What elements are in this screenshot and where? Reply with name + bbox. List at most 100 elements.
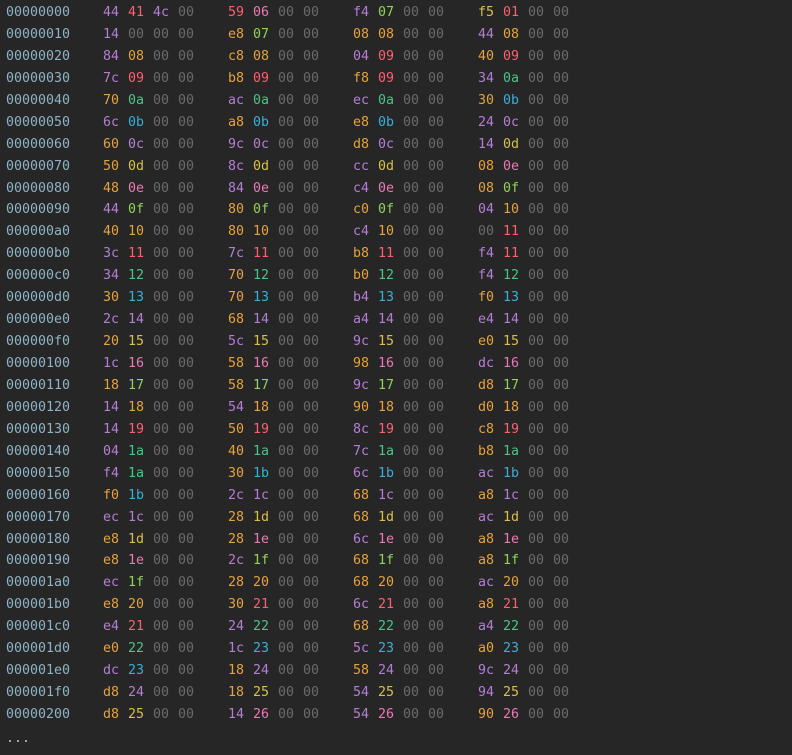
hex-byte: 0b	[503, 92, 520, 108]
hex-byte: 0c	[378, 136, 395, 152]
hex-byte: 6c	[103, 114, 120, 130]
hex-row: 000000a0 40 10 00 00 80 10 00 00 c4 10 00 00 00 11 00 00…	[0, 221, 792, 243]
hex-byte: 41	[128, 5, 145, 20]
hex-byte: 00	[428, 246, 445, 262]
hex-byte: 00	[403, 114, 420, 130]
hex-byte: b0	[353, 268, 370, 284]
hex-row: 000001d0 e0 22 00 00 1c 23 00 00 5c 23 00 00 a0 23 00 00…	[0, 638, 792, 660]
hex-byte: 24	[503, 663, 520, 679]
hex-byte: 18	[103, 377, 120, 393]
hex-byte: 11	[128, 246, 145, 262]
hex-byte: 00	[303, 619, 320, 635]
hex-byte: 14	[253, 312, 270, 328]
hex-byte: 00	[403, 707, 420, 722]
hex-byte: 0a	[503, 70, 520, 86]
hex-byte: 00	[528, 290, 545, 306]
hex-byte: 00	[153, 487, 170, 503]
hex-byte: 00	[428, 487, 445, 503]
hex-byte: f4	[478, 246, 495, 262]
hex-row: 00000050 6c 0b 00 00 a8 0b 00 00 e8 0b 00 00 24 0c 00 00…	[0, 112, 792, 134]
hex-byte: 1a	[128, 443, 145, 459]
hex-byte: 00	[303, 685, 320, 701]
hex-byte: 2c	[103, 312, 120, 328]
hex-byte: cc	[353, 158, 370, 174]
hex-byte: 00	[303, 553, 320, 569]
hex-byte: 00	[528, 443, 545, 459]
hex-byte: 08	[478, 158, 495, 174]
hex-byte: 13	[253, 290, 270, 306]
hex-byte: 15	[253, 334, 270, 350]
hex-byte: 00	[153, 377, 170, 393]
hex-byte: 00	[528, 48, 545, 64]
hex-byte: 00	[403, 180, 420, 196]
hex-byte: 00	[178, 26, 195, 42]
hex-byte: 00	[303, 443, 320, 459]
hex-byte: 7c	[103, 70, 120, 86]
hex-byte: 25	[253, 685, 270, 701]
hex-byte: 0d	[378, 158, 395, 174]
hex-byte: 00	[178, 356, 195, 371]
hex-byte: 0a	[253, 92, 270, 108]
hex-byte: 00	[428, 509, 445, 525]
hex-byte: 00	[278, 70, 295, 86]
hex-byte: 00	[303, 421, 320, 437]
row-offset: 00000000	[6, 5, 71, 20]
hex-byte: f4	[353, 5, 370, 20]
hex-byte: 00	[553, 619, 570, 635]
hex-byte: 07	[253, 26, 270, 42]
row-offset: 000000c0	[6, 268, 71, 284]
hex-byte: 00	[403, 377, 420, 393]
hex-byte: 00	[553, 5, 570, 20]
hex-byte: 08	[353, 26, 370, 42]
hex-byte: 00	[428, 5, 445, 20]
hex-byte: 00	[553, 158, 570, 174]
hex-byte: 00	[303, 377, 320, 393]
hex-byte: 00	[403, 487, 420, 503]
hex-byte: 40	[228, 443, 245, 459]
hex-byte: f8	[353, 70, 370, 86]
hex-byte: 58	[353, 663, 370, 679]
hex-byte: 00	[553, 685, 570, 701]
hex-byte: 00	[553, 48, 570, 64]
hex-byte: 84	[228, 180, 245, 196]
row-offset: 00000080	[6, 180, 71, 196]
hex-byte: 00	[303, 202, 320, 218]
hex-byte: 1d	[253, 509, 270, 525]
hex-byte: 80	[228, 224, 245, 240]
hex-byte: a4	[353, 312, 370, 328]
row-offset: 000001e0	[6, 663, 71, 679]
hex-byte: 00	[553, 487, 570, 503]
hex-byte: 00	[428, 158, 445, 174]
hex-byte: dc	[478, 356, 495, 371]
hex-byte: 00	[178, 487, 195, 503]
hex-byte: 00	[428, 114, 445, 130]
hex-row: 00000080 48 0e 00 00 84 0e 00 00 c4 0e 00 00 08 0f 00 00…	[0, 178, 792, 200]
hex-byte: 00	[178, 421, 195, 437]
hex-byte: 00	[528, 399, 545, 415]
hex-byte: 3c	[103, 246, 120, 262]
hex-byte: 17	[503, 377, 520, 393]
hex-row: 000000c0 34 12 00 00 70 12 00 00 b0 12 00 00 f4 12 00 00…	[0, 265, 792, 287]
hex-row: 000001b0 e8 20 00 00 30 21 00 00 6c 21 00 00 a8 21 00 00…	[0, 594, 792, 616]
hex-byte: 00	[278, 707, 295, 722]
hex-byte: 00	[153, 597, 170, 613]
hex-byte: 28	[228, 575, 245, 591]
hex-byte: 00	[528, 421, 545, 437]
hex-byte: 5c	[228, 334, 245, 350]
hex-byte: 06	[253, 5, 270, 20]
hex-byte: 00	[428, 312, 445, 328]
hex-byte: 34	[478, 70, 495, 86]
hex-byte: 12	[378, 268, 395, 284]
hex-byte: 00	[528, 553, 545, 569]
hex-byte: 59	[228, 5, 245, 20]
hex-byte: 00	[403, 26, 420, 42]
truncation-ellipsis: ...	[6, 731, 31, 746]
hex-byte: 00	[528, 268, 545, 284]
hex-byte: 00	[278, 531, 295, 547]
hex-byte: 68	[353, 487, 370, 503]
hex-byte: 11	[378, 246, 395, 262]
hex-byte: 00	[428, 92, 445, 108]
hex-byte: 00	[428, 268, 445, 284]
hex-byte: 00	[553, 202, 570, 218]
hex-byte: 00	[278, 312, 295, 328]
